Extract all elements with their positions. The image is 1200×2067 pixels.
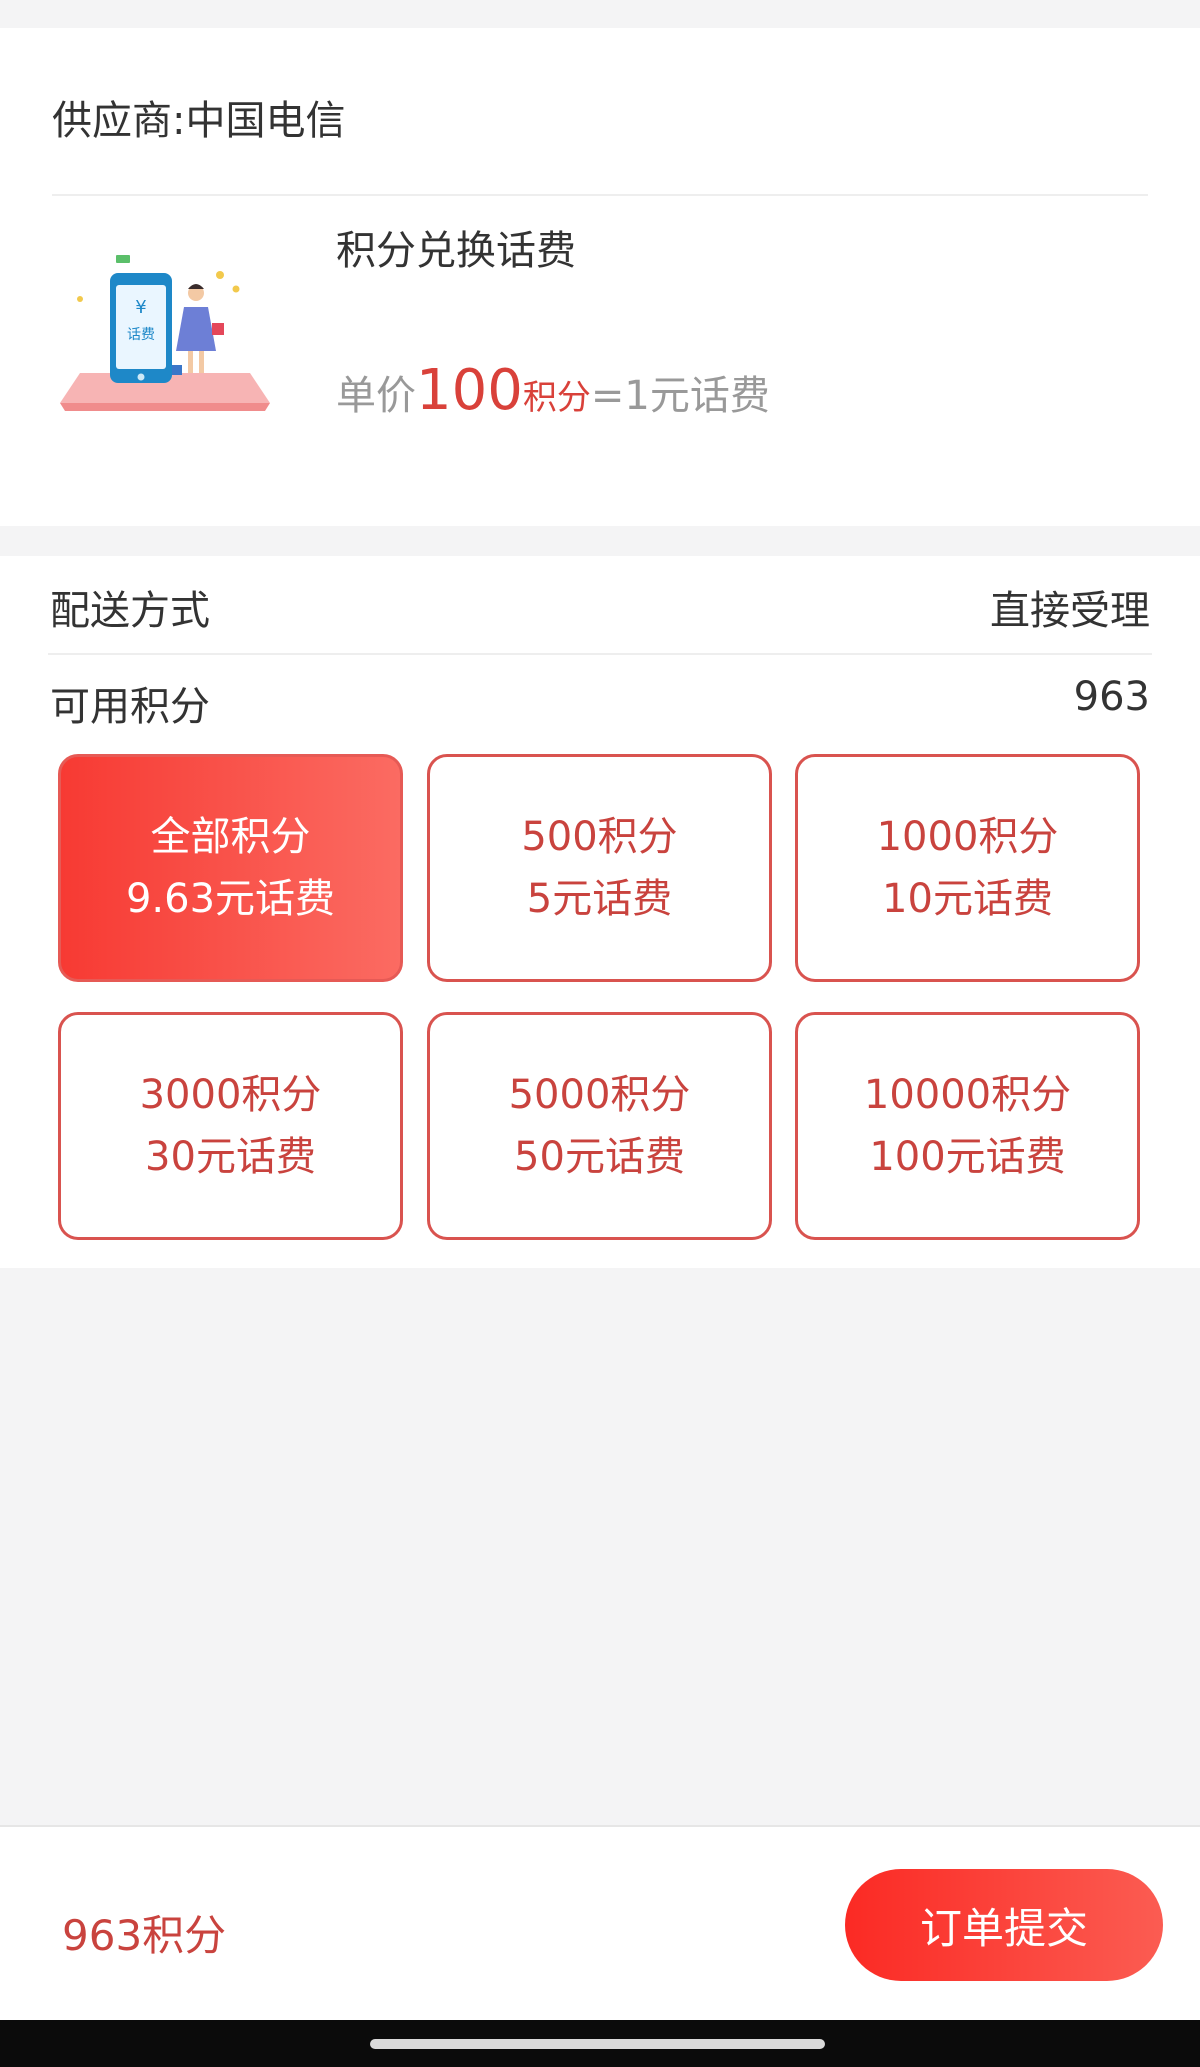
option-bill-text: 100元话费 <box>869 1134 1066 1180</box>
price-value: 100 <box>416 358 523 423</box>
product-image: ¥ 话费 <box>60 253 280 433</box>
options-card: 配送方式 直接受理 可用积分 963 全部积分 9.63元话费 500积分 5元… <box>0 556 1200 1268</box>
points-label: 可用积分 <box>50 684 210 730</box>
svg-text:¥: ¥ <box>135 297 146 318</box>
product-title: 积分兑换话费 <box>336 228 576 274</box>
submit-order-button[interactable]: 订单提交 <box>845 1869 1163 1981</box>
system-nav-bar <box>0 2020 1200 2067</box>
delivery-label: 配送方式 <box>50 588 210 634</box>
option-10000-points[interactable]: 10000积分 100元话费 <box>795 1012 1140 1240</box>
bottom-bar: 963积分 订单提交 <box>0 1825 1200 2022</box>
option-bill-text: 30元话费 <box>145 1134 316 1180</box>
divider <box>52 194 1148 196</box>
price-prefix: 单价 <box>336 373 416 419</box>
option-points-text: 500积分 <box>521 814 678 860</box>
option-3000-points[interactable]: 3000积分 30元话费 <box>58 1012 403 1240</box>
option-points-text: 10000积分 <box>863 1072 1072 1118</box>
divider <box>48 653 1152 655</box>
option-points-text: 全部积分 <box>150 814 311 860</box>
option-bill-text: 50元话费 <box>514 1134 685 1180</box>
option-bill-text: 10元话费 <box>882 876 1053 922</box>
total-points: 963积分 <box>62 1911 227 1960</box>
option-points-text: 3000积分 <box>139 1072 322 1118</box>
price-unit: 积分 <box>522 378 591 418</box>
price-line: 单价 100 积分 =1元话费 <box>336 358 770 423</box>
home-indicator[interactable] <box>370 2039 825 2049</box>
option-points-text: 1000积分 <box>876 814 1059 860</box>
supplier-card: 供应商: 中国电信 ¥ 话费 积分兑换话费 单价 100 积分 =1元话费 <box>0 28 1200 526</box>
phone-bill-illustration-icon: ¥ 话费 <box>60 255 270 411</box>
delivery-value: 直接受理 <box>990 588 1150 634</box>
option-1000-points[interactable]: 1000积分 10元话费 <box>795 754 1140 982</box>
price-suffix: =1元话费 <box>590 373 770 419</box>
option-bill-text: 5元话费 <box>526 876 673 922</box>
option-all-points[interactable]: 全部积分 9.63元话费 <box>58 754 403 982</box>
option-500-points[interactable]: 500积分 5元话费 <box>427 754 772 982</box>
supplier-label: 供应商: <box>52 98 186 144</box>
supplier-name: 中国电信 <box>185 98 346 144</box>
svg-text:话费: 话费 <box>127 327 155 343</box>
option-bill-text: 9.63元话费 <box>125 876 336 922</box>
points-value: 963 <box>1073 674 1150 720</box>
option-points-text: 5000积分 <box>508 1072 691 1118</box>
option-5000-points[interactable]: 5000积分 50元话费 <box>427 1012 772 1240</box>
supplier-line: 供应商: 中国电信 <box>52 88 345 146</box>
